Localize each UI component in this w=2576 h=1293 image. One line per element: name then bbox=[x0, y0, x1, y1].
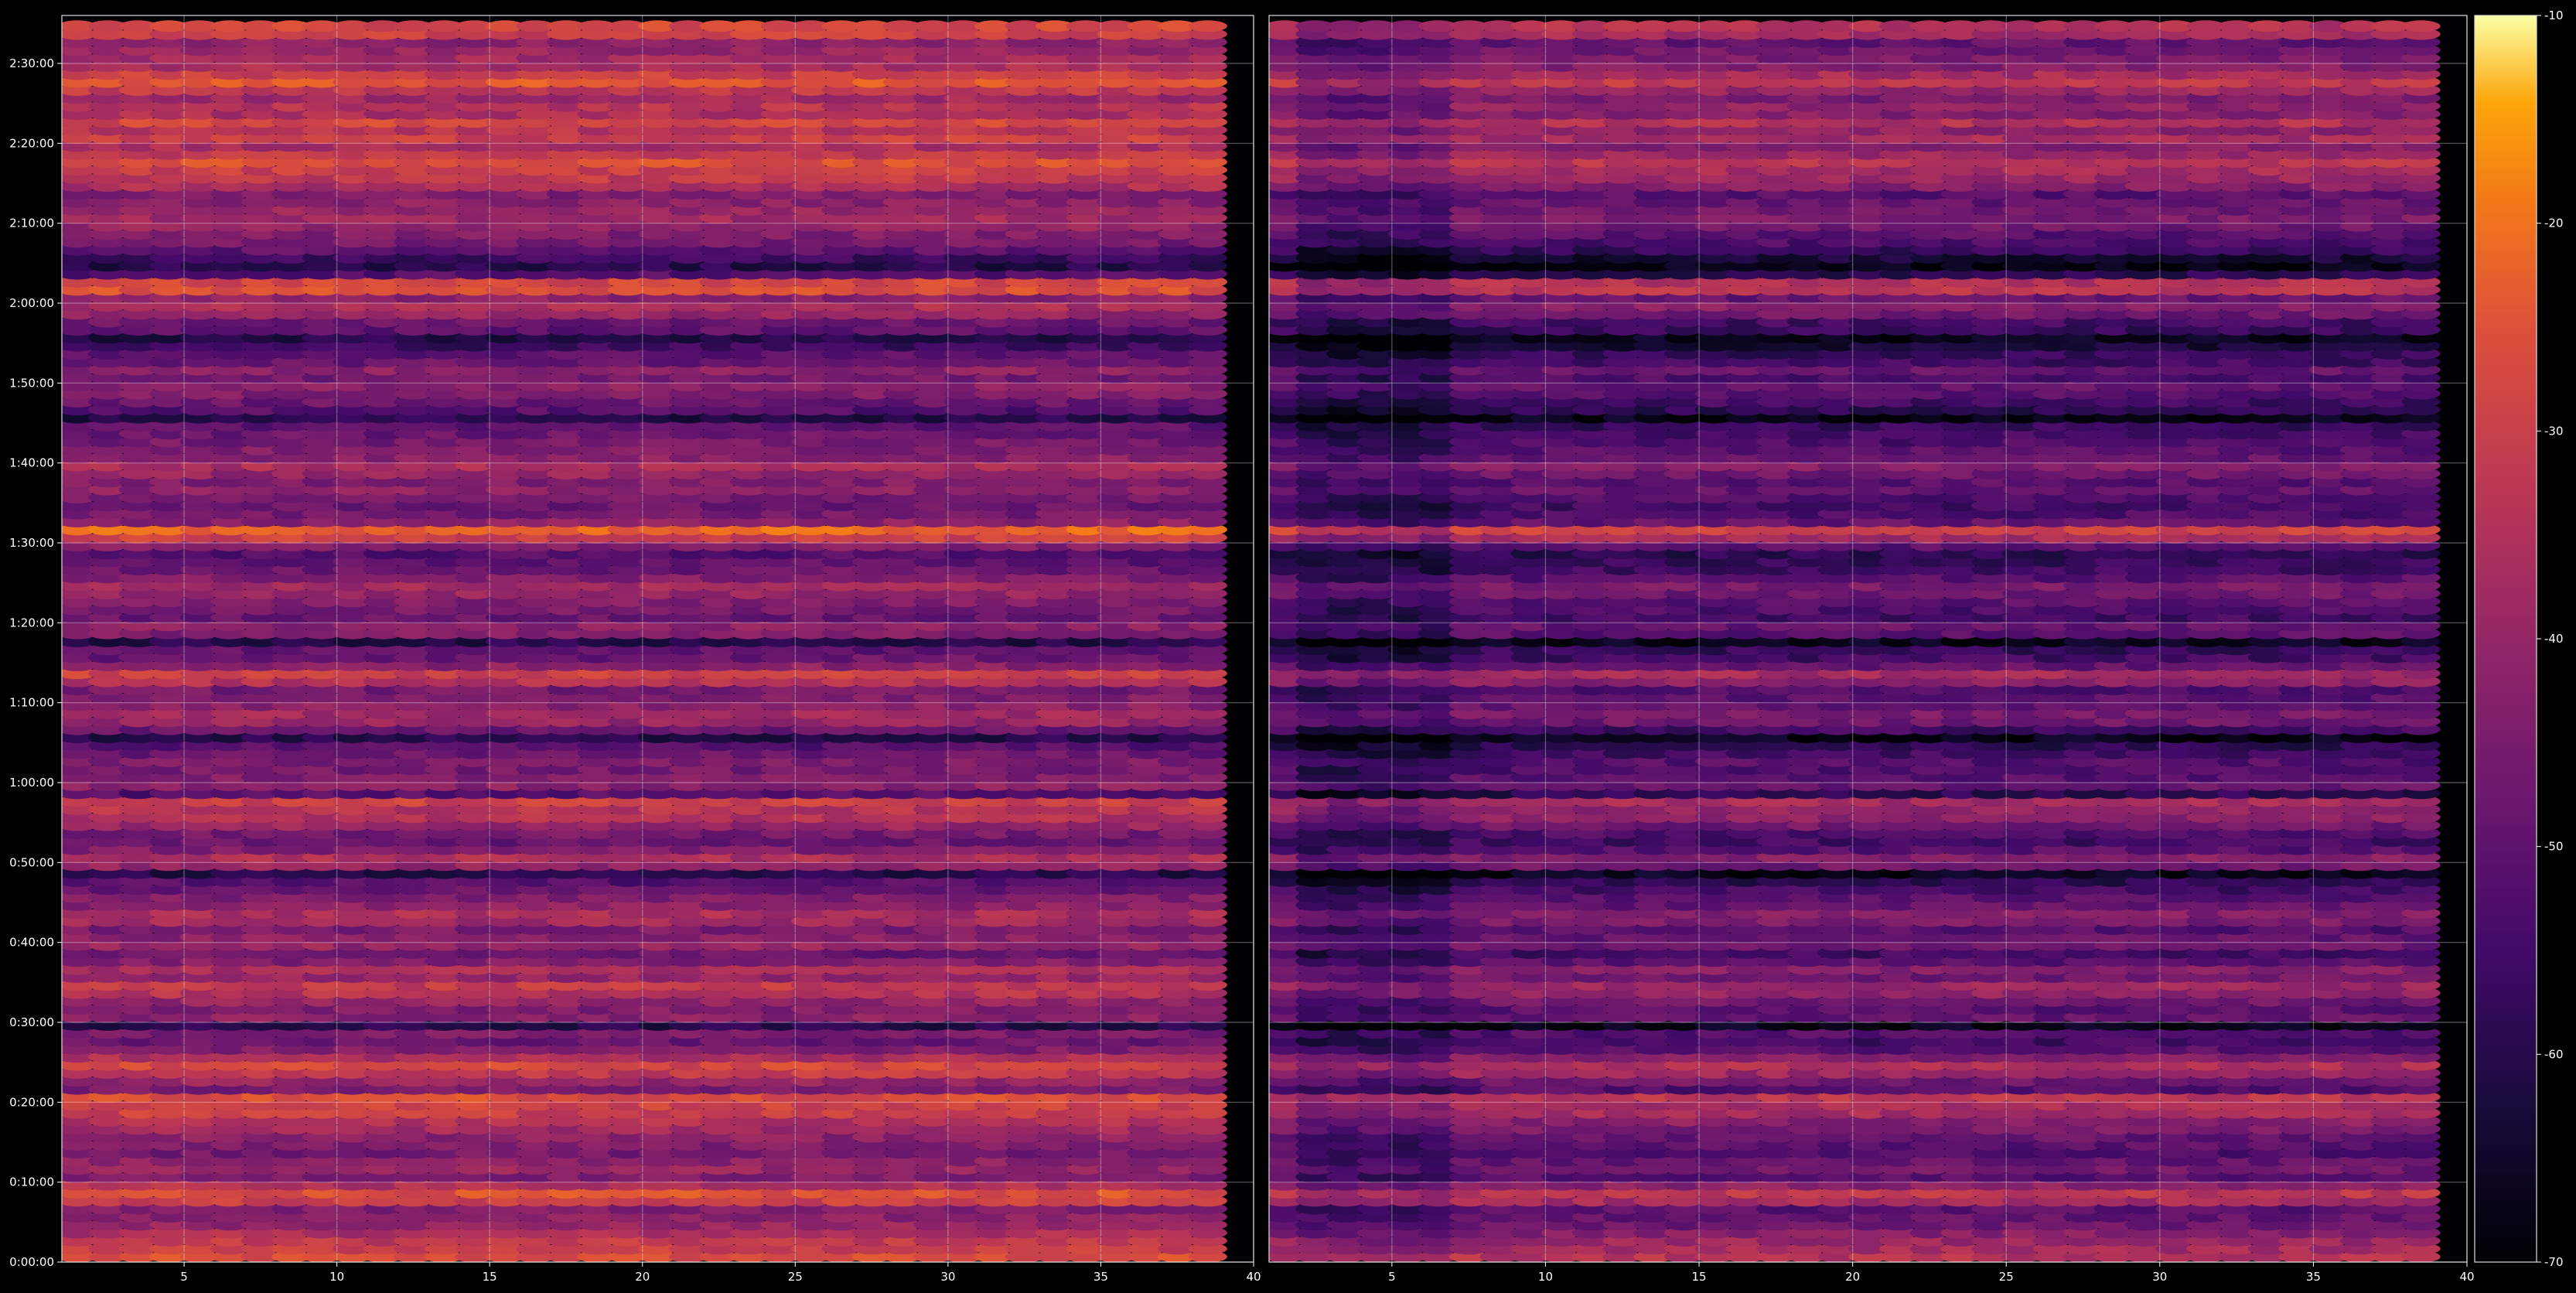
spectrogram-figure: 0:00:000:10:000:20:000:30:000:40:000:50:… bbox=[9, 9, 2563, 1284]
heatmap-panel-left bbox=[62, 15, 1254, 1262]
